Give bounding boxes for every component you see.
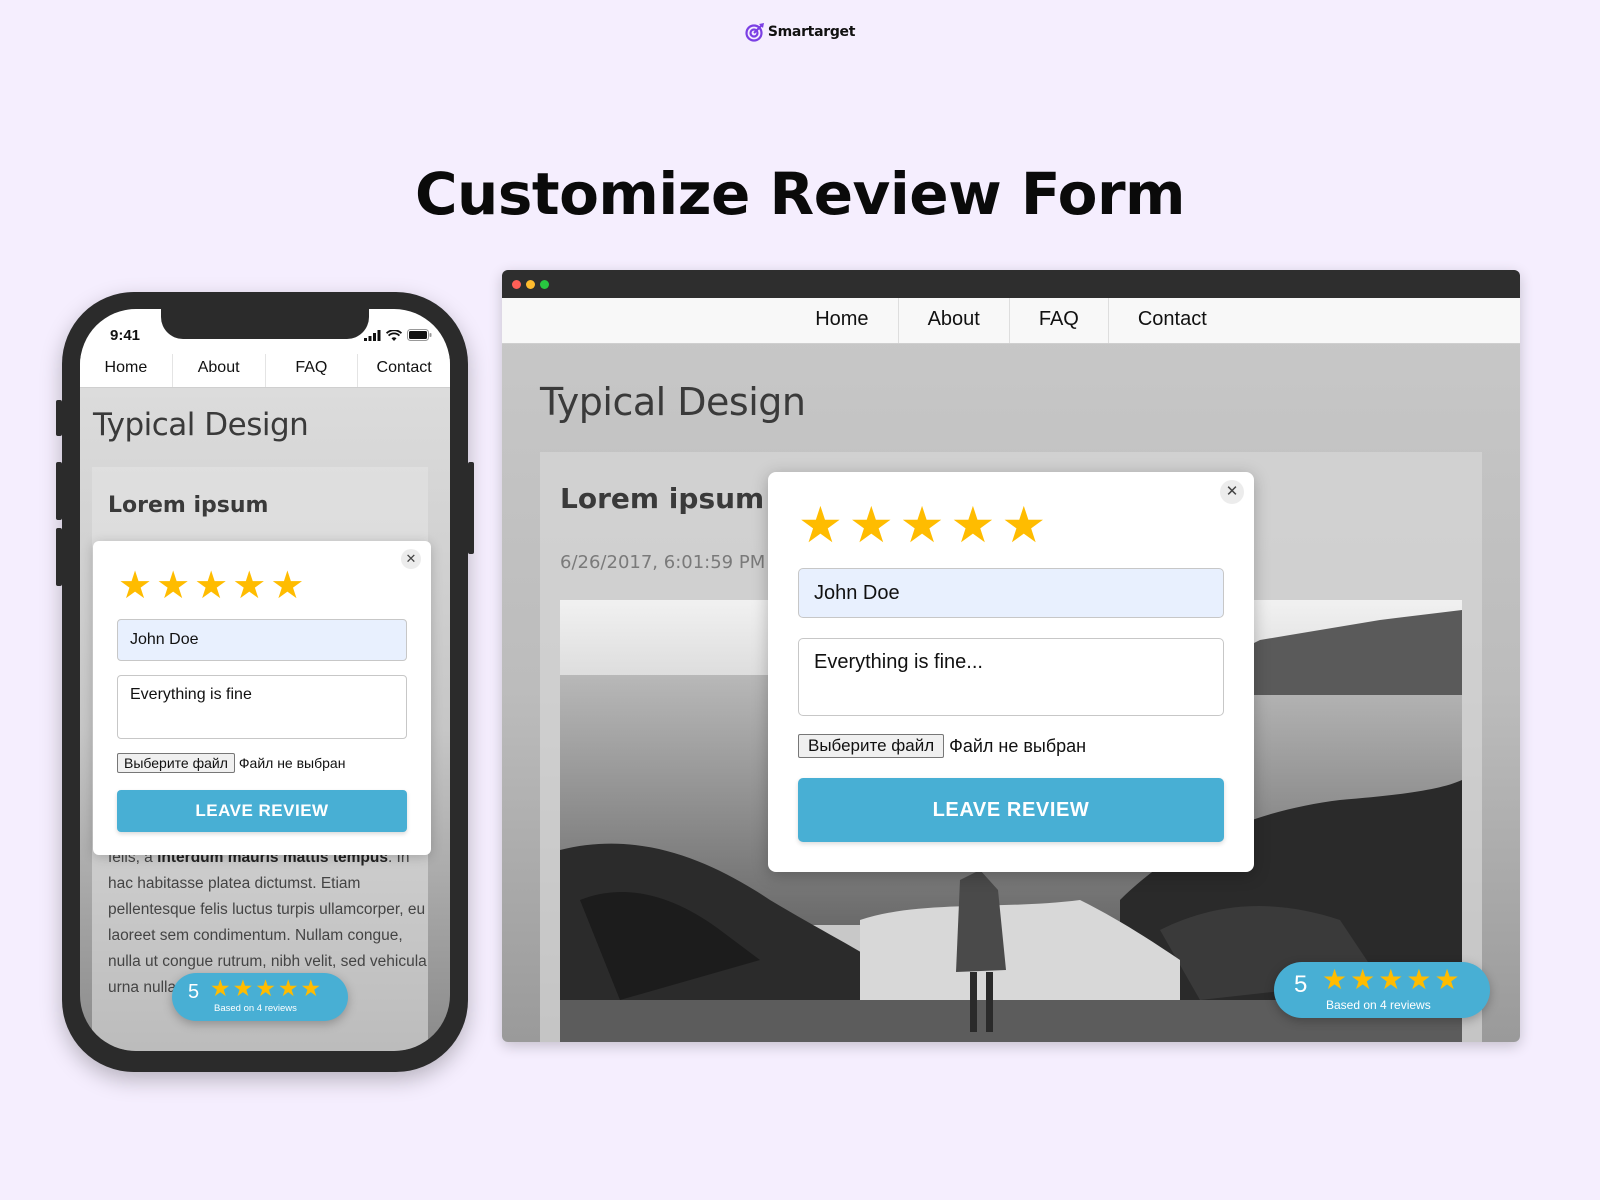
review-badge[interactable]: 5 ★ ★ ★ ★ ★ Based on 4 reviews <box>172 973 348 1021</box>
choose-file-button[interactable]: Выберите файл <box>117 753 235 773</box>
star-icon: ★ <box>255 975 276 1001</box>
nav-about[interactable]: About <box>173 354 266 387</box>
desktop-nav: Home About FAQ Contact <box>502 298 1520 344</box>
star-icon: ★ <box>1406 964 1432 995</box>
close-icon: ✕ <box>405 551 417 566</box>
status-time: 9:41 <box>110 327 141 344</box>
review-badge[interactable]: 5 ★ ★ ★ ★ ★ Based on 4 reviews <box>1274 962 1490 1018</box>
star-icon[interactable]: ★ <box>798 500 843 550</box>
star-icon: ★ <box>277 975 299 1001</box>
article-title: Lorem ipsum <box>108 493 269 518</box>
nav-faq[interactable]: FAQ <box>266 354 359 387</box>
leave-review-button[interactable]: LEAVE REVIEW <box>117 790 407 832</box>
nav-home[interactable]: Home <box>786 298 899 343</box>
message-field[interactable]: Everything is fine... <box>798 638 1224 716</box>
rating-stars: ★ ★ ★ ★ ★ <box>118 567 304 605</box>
page-title: Typical Design <box>93 407 309 443</box>
file-status: Файл не выбран <box>238 755 346 771</box>
rating-stars: ★ ★ ★ ★ ★ <box>798 500 1046 550</box>
status-icons <box>364 329 432 341</box>
badge-stars: ★ ★ ★ ★ ★ <box>210 977 321 1000</box>
badge-score: 5 <box>188 981 200 1003</box>
brand-name: Smartarget <box>767 24 856 40</box>
file-status: Файл не выбран <box>949 735 1087 756</box>
close-button[interactable]: ✕ <box>1220 480 1244 504</box>
article-date: 6/26/2017, 6:01:59 PM <box>560 552 766 573</box>
phone-screen: 9:41 Home About FAQ Contact Typical Desi… <box>80 309 450 1051</box>
close-dot-icon[interactable] <box>512 280 521 289</box>
star-icon: ★ <box>300 975 322 1001</box>
star-icon: ★ <box>210 975 231 1001</box>
nav-about[interactable]: About <box>899 298 1010 343</box>
review-form-modal: ✕ ★ ★ ★ ★ ★ John Doe Everything is fine.… <box>768 472 1254 872</box>
phone-side-button <box>468 462 474 554</box>
name-field[interactable]: John Doe <box>117 619 407 661</box>
star-icon: ★ <box>1322 964 1348 995</box>
star-icon[interactable]: ★ <box>1001 500 1046 550</box>
star-icon: ★ <box>1350 964 1376 995</box>
star-icon[interactable]: ★ <box>270 567 304 605</box>
battery-icon <box>407 329 432 341</box>
phone-side-button <box>56 462 62 520</box>
star-icon: ★ <box>1434 964 1460 995</box>
badge-stars: ★ ★ ★ ★ ★ <box>1322 966 1460 994</box>
badge-score: 5 <box>1294 971 1308 998</box>
badge-subtitle: Based on 4 reviews <box>1326 998 1431 1012</box>
star-icon: ★ <box>1378 964 1404 995</box>
page-title: Typical Design <box>540 380 806 424</box>
mobile-nav: Home About FAQ Contact <box>80 354 450 388</box>
close-icon: ✕ <box>1225 483 1239 500</box>
target-logo-icon <box>745 23 764 42</box>
minimize-dot-icon[interactable] <box>526 280 535 289</box>
star-icon[interactable]: ★ <box>156 567 190 605</box>
signal-icon <box>364 329 381 341</box>
brand: Smartarget <box>0 22 1600 42</box>
choose-file-button[interactable]: Выберите файл <box>798 734 945 758</box>
star-icon[interactable]: ★ <box>849 500 894 550</box>
message-field[interactable]: Everything is fine <box>117 675 407 739</box>
phone-mockup: 9:41 Home About FAQ Contact Typical Desi… <box>56 292 474 1072</box>
phone-side-button <box>56 400 62 436</box>
file-upload: Выберите файл Файл не выбран <box>798 734 1086 758</box>
browser-window: Home About FAQ Contact Typical Design Lo… <box>502 270 1520 1042</box>
nav-contact[interactable]: Contact <box>1109 298 1236 343</box>
leave-review-button[interactable]: LEAVE REVIEW <box>798 778 1224 842</box>
maximize-dot-icon[interactable] <box>540 280 549 289</box>
nav-contact[interactable]: Contact <box>358 354 450 387</box>
nav-faq[interactable]: FAQ <box>1010 298 1109 343</box>
star-icon[interactable]: ★ <box>900 500 945 550</box>
phone-notch <box>161 309 369 339</box>
badge-subtitle: Based on 4 reviews <box>214 1003 297 1014</box>
wifi-icon <box>386 329 402 341</box>
file-upload: Выберите файл Файл не выбран <box>117 753 345 773</box>
name-field[interactable]: John Doe <box>798 568 1224 618</box>
article-title: Lorem ipsum <box>560 482 765 515</box>
star-icon[interactable]: ★ <box>232 567 266 605</box>
headline: Customize Review Form <box>414 160 1186 228</box>
star-icon[interactable]: ★ <box>118 567 152 605</box>
close-button[interactable]: ✕ <box>401 549 421 569</box>
nav-home[interactable]: Home <box>80 354 173 387</box>
phone-side-button <box>56 528 62 586</box>
star-icon: ★ <box>232 975 254 1001</box>
review-form-modal: ✕ ★ ★ ★ ★ ★ John Doe Everything is fine … <box>93 541 431 855</box>
window-titlebar <box>502 270 1520 298</box>
star-icon[interactable]: ★ <box>194 567 228 605</box>
star-icon[interactable]: ★ <box>950 500 995 550</box>
